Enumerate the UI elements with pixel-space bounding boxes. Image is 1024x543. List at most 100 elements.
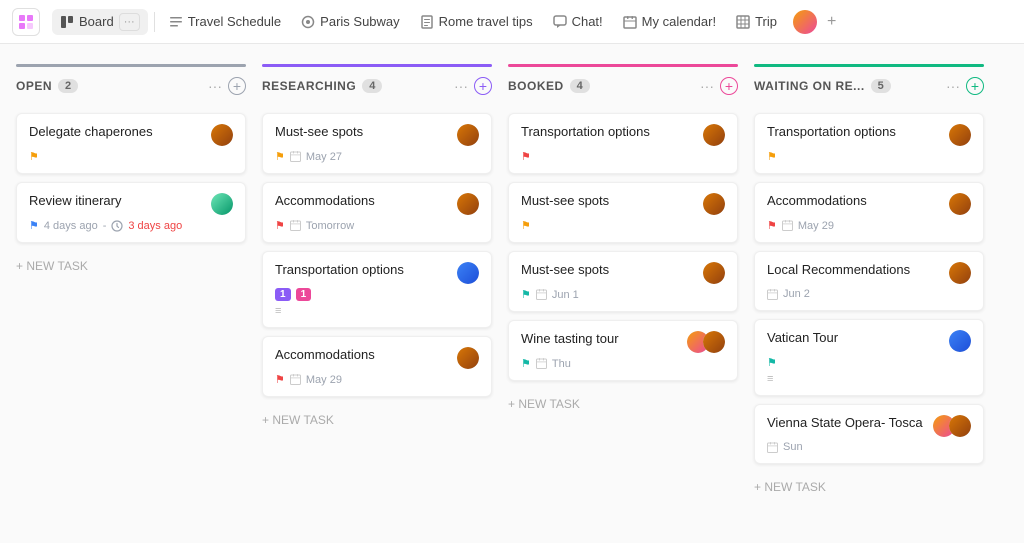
column-open-bar [16, 64, 246, 67]
column-waiting-dots[interactable]: ··· [946, 78, 960, 94]
nav-trip[interactable]: Trip [728, 10, 785, 33]
column-open-header: OPEN 2 ··· + [16, 77, 246, 105]
card-title: Wine tasting tour [521, 331, 687, 346]
nav-add-view[interactable]: + [823, 9, 840, 35]
card-title: Must-see spots [521, 193, 703, 208]
card-title: Accommodations [275, 193, 457, 208]
calendar-icon [623, 15, 637, 29]
calendar-meta-icon [290, 374, 301, 385]
avatar [949, 330, 971, 352]
card-title: Must-see spots [275, 124, 457, 139]
calendar-meta-icon [290, 220, 301, 231]
card-must-see-spots-b2[interactable]: Must-see spots ⚑ Jun 1 [508, 251, 738, 312]
card-transportation-options-w[interactable]: Transportation options ⚑ [754, 113, 984, 174]
flag-icon: ⚑ [767, 219, 777, 232]
avatar [211, 193, 233, 215]
column-researching-add[interactable]: + [474, 77, 492, 95]
top-navigation: Board ··· Travel Schedule Paris Subway R… [0, 0, 1024, 44]
card-accommodations-w[interactable]: Accommodations ⚑ May 29 [754, 182, 984, 243]
tag-badge-2: 1 [296, 288, 312, 301]
doc-icon [420, 15, 434, 29]
card-vatican-tour[interactable]: Vatican Tour ⚑ ≡ [754, 319, 984, 396]
avatar [457, 262, 479, 284]
attach-icon: ≡ [275, 305, 281, 317]
flag-icon: ⚑ [767, 150, 777, 163]
nav-rome-tips-label: Rome travel tips [439, 14, 533, 29]
nav-paris-subway-label: Paris Subway [320, 14, 399, 29]
card-must-see-spots-r[interactable]: Must-see spots ⚑ May 27 [262, 113, 492, 174]
nav-board[interactable]: Board ··· [52, 9, 148, 35]
column-researching-actions: ··· + [454, 77, 492, 95]
column-waiting: WAITING ON RE... 5 ··· + Transportation … [754, 64, 984, 523]
avatar [457, 124, 479, 146]
card-transportation-options-r[interactable]: Transportation options 1 1 ≡ [262, 251, 492, 328]
column-waiting-title: WAITING ON RE... [754, 79, 865, 93]
card-must-see-spots-b[interactable]: Must-see spots ⚑ [508, 182, 738, 243]
card-wine-tasting-tour[interactable]: Wine tasting tour ⚑ Thu [508, 320, 738, 381]
nav-board-dots[interactable]: ··· [119, 13, 140, 31]
meta-date-right: 3 days ago [128, 220, 182, 232]
meta-date-left: 4 days ago [44, 220, 98, 232]
column-open-actions: ··· + [208, 77, 246, 95]
app-icon[interactable] [12, 8, 40, 36]
flag-icon: ⚑ [275, 150, 285, 163]
board-area: OPEN 2 ··· + Delegate chaperones ⚑ Revie… [0, 44, 1024, 543]
card-local-recommendations[interactable]: Local Recommendations Jun 2 [754, 251, 984, 311]
nav-travel-schedule[interactable]: Travel Schedule [161, 10, 289, 33]
column-booked-add[interactable]: + [720, 77, 738, 95]
new-task-waiting[interactable]: + NEW TASK [754, 476, 984, 498]
nav-calendar-label: My calendar! [642, 14, 716, 29]
column-booked-dots[interactable]: ··· [700, 78, 714, 94]
meta-date: Tomorrow [306, 220, 354, 232]
flag-icon: ⚑ [275, 373, 285, 386]
card-title: Vatican Tour [767, 330, 949, 345]
user-avatar[interactable] [793, 10, 817, 34]
calendar-meta-icon [536, 289, 547, 300]
new-task-open[interactable]: + NEW TASK [16, 255, 246, 277]
calendar-meta-icon [767, 289, 778, 300]
column-researching-dots[interactable]: ··· [454, 78, 468, 94]
calendar-meta-icon [536, 358, 547, 369]
nav-divider-1 [154, 12, 155, 32]
card-review-itinerary[interactable]: Review itinerary ⚑ 4 days ago - 3 days a… [16, 182, 246, 243]
card-vienna-state-opera[interactable]: Vienna State Opera- Tosca Sun [754, 404, 984, 464]
column-booked-title: BOOKED [508, 79, 564, 93]
column-waiting-add[interactable]: + [966, 77, 984, 95]
table-icon [736, 15, 750, 29]
new-task-booked[interactable]: + NEW TASK [508, 393, 738, 415]
card-accommodations-r2[interactable]: Accommodations ⚑ May 29 [262, 336, 492, 397]
calendar-meta-icon [782, 220, 793, 231]
flag-icon: ⚑ [29, 150, 39, 163]
flag-icon: ⚑ [521, 150, 531, 163]
nav-paris-subway[interactable]: Paris Subway [293, 10, 407, 33]
column-booked-count: 4 [570, 79, 590, 93]
avatar [949, 124, 971, 146]
new-task-researching[interactable]: + NEW TASK [262, 409, 492, 431]
card-title: Vienna State Opera- Tosca [767, 415, 933, 430]
column-booked-actions: ··· + [700, 77, 738, 95]
nav-chat-label: Chat! [572, 14, 603, 29]
card-accommodations-r[interactable]: Accommodations ⚑ Tomorrow [262, 182, 492, 243]
card-title: Transportation options [767, 124, 949, 139]
avatar [703, 262, 725, 284]
avatar [949, 262, 971, 284]
card-transportation-options-b[interactable]: Transportation options ⚑ [508, 113, 738, 174]
clock-icon [111, 220, 123, 232]
column-open-dots[interactable]: ··· [208, 78, 222, 94]
column-open: OPEN 2 ··· + Delegate chaperones ⚑ Revie… [16, 64, 246, 523]
board-icon [60, 15, 74, 29]
column-open-add[interactable]: + [228, 77, 246, 95]
card-title: Delegate chaperones [29, 124, 211, 139]
nav-rome-tips[interactable]: Rome travel tips [412, 10, 541, 33]
nav-chat[interactable]: Chat! [545, 10, 611, 33]
flag-icon: ⚑ [521, 288, 531, 301]
nav-calendar[interactable]: My calendar! [615, 10, 724, 33]
flag-icon: ⚑ [275, 219, 285, 232]
flag-icon: ⚑ [521, 357, 531, 370]
meta-sep: - [103, 220, 107, 232]
meta-date: May 29 [798, 220, 834, 232]
card-delegate-chaperones[interactable]: Delegate chaperones ⚑ [16, 113, 246, 174]
meta-date: Jun 1 [552, 289, 579, 301]
avatar [703, 124, 725, 146]
meta-date: May 29 [306, 374, 342, 386]
